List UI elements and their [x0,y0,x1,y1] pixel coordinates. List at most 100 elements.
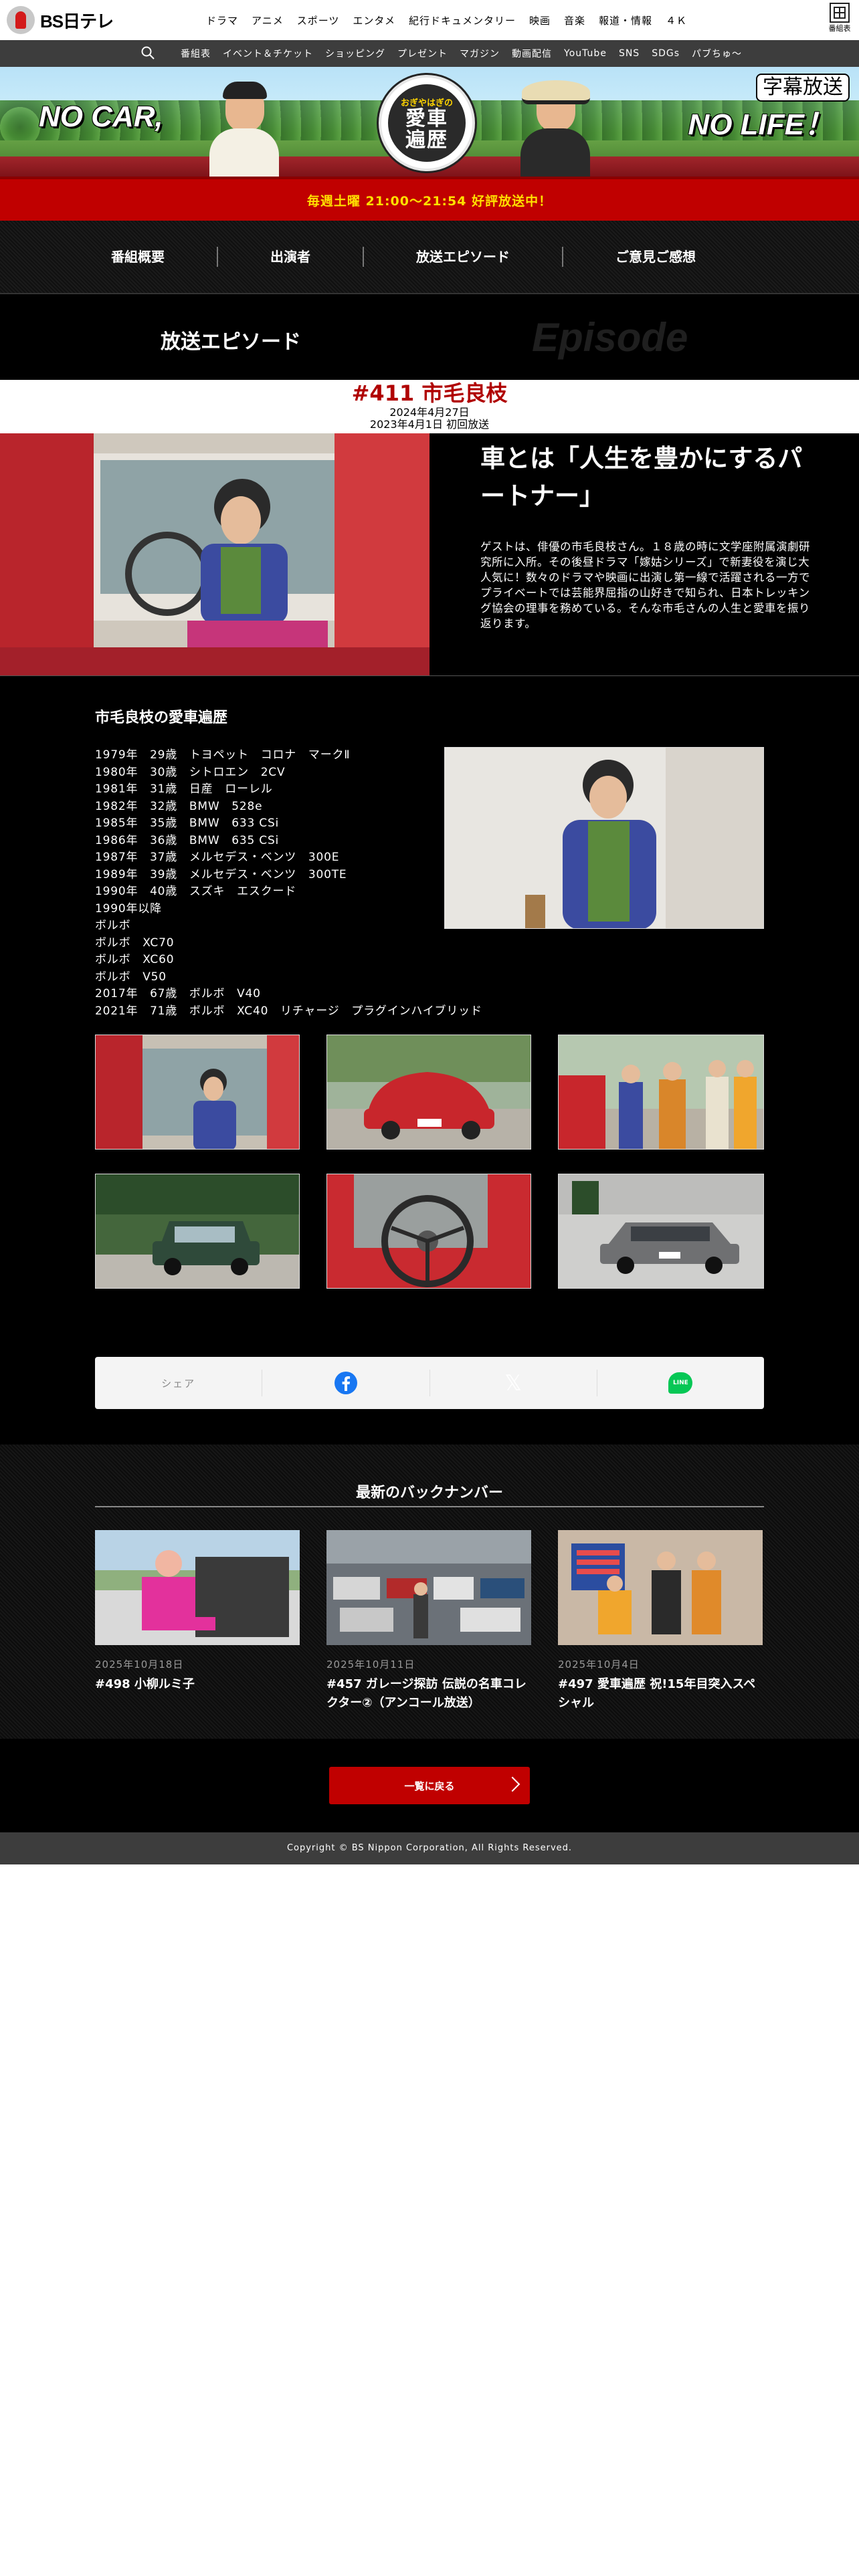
program-logo-badge: おぎやはぎの 愛車 遍歴 [379,75,475,171]
share-x-button[interactable]: 𝕏 [430,1370,597,1396]
backnumber-card[interactable]: 2025年10月4日 #497 愛車遍歴 祝!15年目突入スペシャル [558,1530,763,1713]
subnav-item-magazine[interactable]: マガジン [460,47,500,60]
episode-feature: 車とは「人生を豊かにするパートナー」 ゲストは、俳優の市毛良枝さん。１８歳の時に… [0,433,859,675]
backnumber-title: #498 小柳ルミ子 [95,1677,195,1691]
car-history-section: 市毛良枝の愛車遍歴 1979年 29歳 トヨペット コロナ マークⅡ 1980年… [0,675,859,1444]
episode-date: 2024年4月27日 [389,406,470,419]
list-item: ボルボ V50 [95,970,167,984]
list-item: ボルボ XC60 [95,953,175,966]
host-right-image [515,76,595,177]
backnumber-thumbnail [558,1530,763,1645]
site-logo[interactable]: BS日テレ [7,6,114,34]
list-item: ボルボ XC70 [95,936,175,950]
backnumber-card[interactable]: 2025年10月18日 #498 小柳ルミ子 [95,1530,300,1694]
subnav-item-pabchu[interactable]: パブちゅ〜 [692,47,742,60]
program-guide-button[interactable]: 番組表 [828,3,851,33]
share-bar: シェア 𝕏 LINE [95,1357,764,1409]
back-to-list-button[interactable]: 一覧に戻る [329,1767,530,1804]
genre-nav-entame[interactable]: エンタメ [353,13,395,27]
program-nav-feedback[interactable]: ご意見ご感想 [563,247,748,267]
x-icon: 𝕏 [504,1370,522,1396]
subtitle-badge: 字幕放送 [756,74,850,102]
sub-nav: 番組表 イベント＆チケット ショッピング プレゼント マガジン 動画配信 You… [0,40,859,67]
share-label: シェア [161,1377,196,1390]
share-facebook-button[interactable] [262,1370,430,1396]
section-header: 放送エピソード Episode [0,293,859,380]
genre-nav: ドラマ アニメ スポーツ エンタメ 紀行ドキュメンタリー 映画 音楽 報道・情報… [206,0,687,40]
line-icon: LINE [668,1372,693,1394]
slogan-left: NO CAR, [39,100,163,133]
subnav-item-video[interactable]: 動画配信 [512,47,552,60]
feature-body: ゲストは、俳優の市毛良枝さん。１８歳の時に文学座附属演劇研究所に入所。その後昼ド… [480,540,810,630]
grid-icon [830,3,850,23]
section-title: 放送エピソード [161,330,301,354]
car-history-title: 市毛良枝の愛車遍歴 [95,710,228,726]
subnav-item-schedule[interactable]: 番組表 [181,47,211,60]
list-item: 1987年 37歳 メルセデス・ベンツ 300E [95,851,340,864]
search-icon[interactable] [140,45,155,60]
subnav-item-sdgs[interactable]: SDGs [652,48,680,59]
gallery-image[interactable] [326,1035,531,1150]
backnumber-thumbnail [326,1530,531,1645]
gallery-image[interactable] [558,1035,764,1150]
program-nav: 番組概要 出演者 放送エピソード ご意見ご感想 [0,221,859,293]
list-item: 1979年 29歳 トヨペット コロナ マークⅡ [95,748,351,762]
list-item: 1980年 30歳 シトロエン 2CV [95,765,286,779]
slogan-right: NO LIFE！ [688,108,834,141]
genre-nav-documentary[interactable]: 紀行ドキュメンタリー [409,13,516,27]
share-line-button[interactable]: LINE [597,1370,764,1396]
backnumber-thumbnail [95,1530,300,1645]
badge-small-text: おぎやはぎの [400,98,453,108]
backnumber-title: #457 ガレージ探訪 伝説の名車コレクター②（アンコール放送） [326,1677,527,1710]
list-item: 1981年 31歳 日産 ローレル [95,782,273,796]
subnav-item-sns[interactable]: SNS [619,48,640,59]
global-header: BS日テレ ドラマ アニメ スポーツ エンタメ 紀行ドキュメンタリー 映画 音楽… [0,0,859,40]
episode-first-air: 2023年4月1日 初回放送 [369,418,490,431]
car-history-list: 1979年 29歳 トヨペット コロナ マークⅡ 1980年 30歳 シトロエン… [95,747,482,1020]
subnav-item-youtube[interactable]: YouTube [564,48,607,59]
logo-text: BS日テレ [40,11,114,31]
genre-nav-music[interactable]: 音楽 [564,13,585,27]
genre-nav-sports[interactable]: スポーツ [297,13,340,27]
list-item: 2017年 67歳 ボルボ V40 [95,987,261,1000]
gallery-image[interactable] [95,1174,300,1289]
back-section: 一覧に戻る [0,1739,859,1832]
genre-nav-news[interactable]: 報道・情報 [599,13,652,27]
subnav-item-present[interactable]: プレゼント [397,47,448,60]
feature-image [0,433,430,675]
badge-line2: 遍歴 [405,128,448,152]
genre-nav-movie[interactable]: 映画 [529,13,551,27]
list-item: 1989年 39歳 メルセデス・ベンツ 300TE [95,867,347,881]
footer-copyright: Copyright © BS Nippon Corporation, All R… [0,1832,859,1864]
backnumber-card[interactable]: 2025年10月11日 #457 ガレージ探訪 伝説の名車コレクター②（アンコー… [326,1530,531,1713]
program-nav-episodes[interactable]: 放送エピソード [364,247,563,267]
list-item: 1990年以降 [95,901,162,916]
feature-headline: 車とは「人生を豊かにするパートナー」 [480,444,803,510]
facebook-icon [334,1372,357,1394]
logo-icon [7,6,35,34]
gallery-image[interactable] [326,1174,531,1289]
gallery-image[interactable] [558,1174,764,1289]
subnav-item-shopping[interactable]: ショッピング [325,47,385,60]
gallery-image[interactable] [95,1035,300,1150]
host-left-image [204,76,284,177]
backnumber-date: 2025年10月11日 [326,1658,415,1671]
genre-nav-anime[interactable]: アニメ [252,13,284,27]
program-nav-cast[interactable]: 出演者 [218,247,364,267]
backnumber-date: 2025年10月18日 [95,1658,184,1671]
backnumber-title: #497 愛車遍歴 祝!15年目突入スペシャル [558,1677,756,1710]
backnumber-date: 2025年10月4日 [558,1658,640,1671]
genre-nav-4k[interactable]: ４Ｋ [666,13,687,27]
list-item: 1982年 32歳 BMW 528e [95,799,263,813]
onair-banner: 毎週土曜 21:00〜21:54 好評放送中！ [0,177,859,221]
program-guide-label: 番組表 [828,24,851,33]
episode-header: #411 市毛良枝 2024年4月27日 2023年4月1日 初回放送 [0,380,859,433]
list-item: 1986年 36歳 BMW 635 CSi [95,833,280,847]
genre-nav-drama[interactable]: ドラマ [206,13,238,27]
backnumbers-title: 最新のバックナンバー [355,1485,503,1501]
backnumbers-section: 最新のバックナンバー 2025年10月18日 #498 小柳ルミ子 2025年1… [0,1444,859,1739]
program-nav-overview[interactable]: 番組概要 [111,247,218,267]
list-item: 2021年 71歳 ボルボ XC40 リチャージ プラグインハイブリッド [95,1004,482,1018]
guest-portrait-image [444,747,764,929]
subnav-item-events[interactable]: イベント＆チケット [223,47,313,60]
